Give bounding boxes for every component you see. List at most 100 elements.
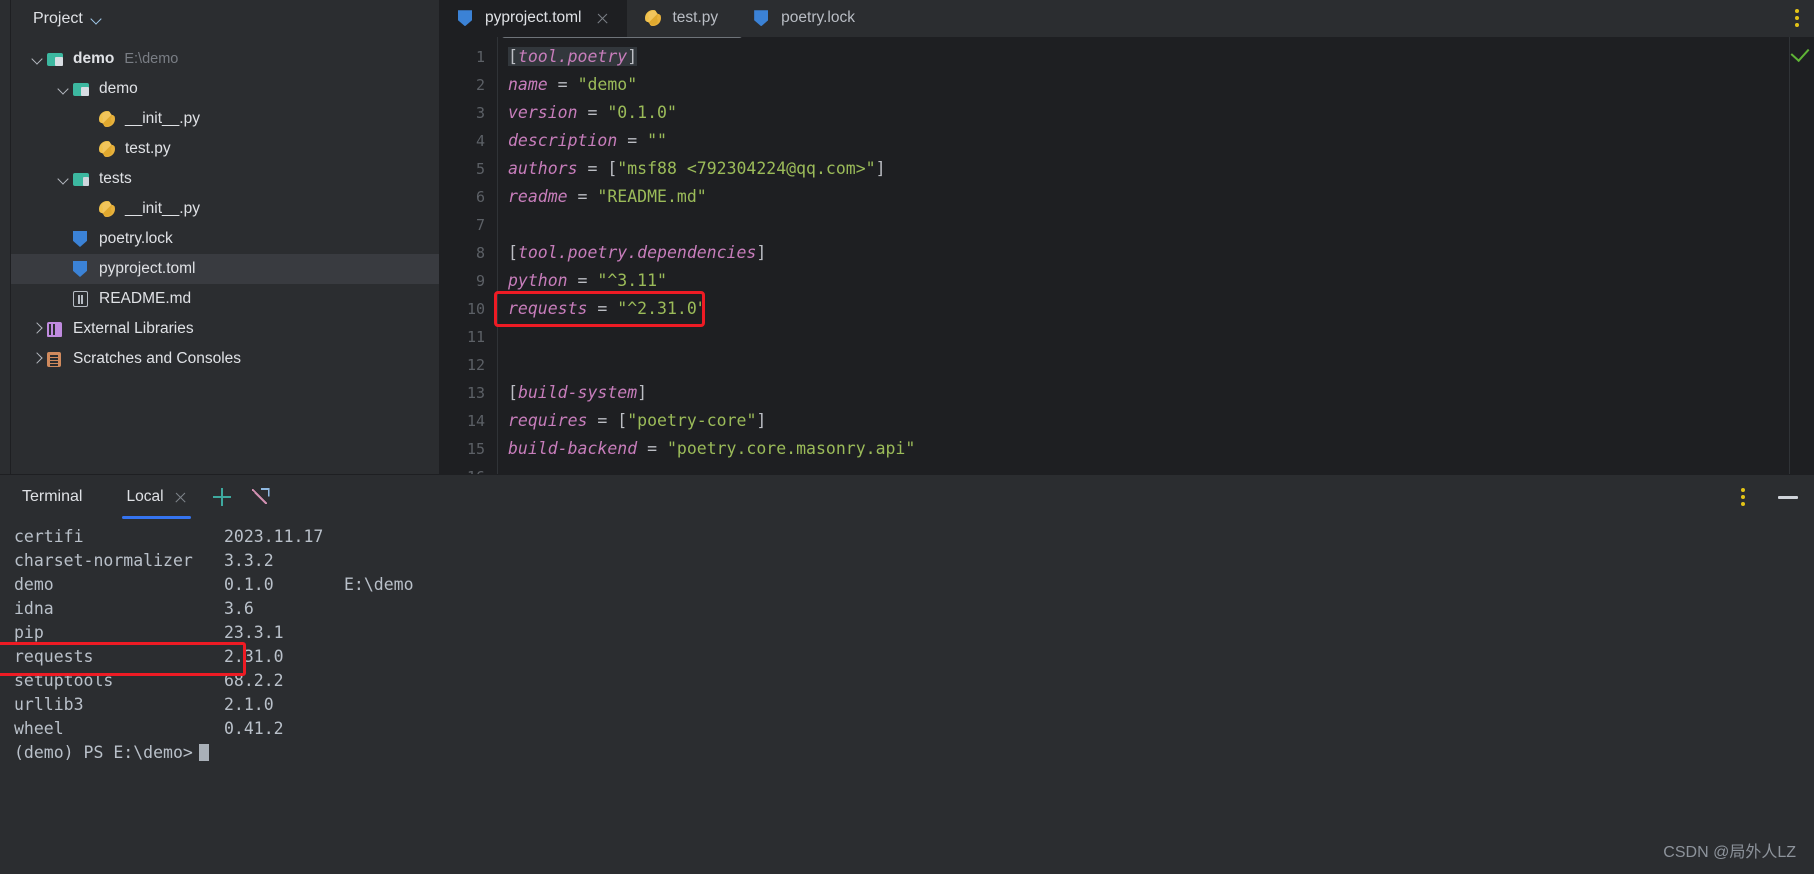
horizontal-scrollbar[interactable] [502,36,742,38]
package-name: urllib3 [14,695,84,714]
terminal-package-row: urllib3 2.1.0 [14,693,1814,717]
toml-file-icon-wrap [754,9,772,27]
terminal-prompt-line[interactable]: (demo) PS E:\demo> [14,741,1814,765]
tree-item-test-py[interactable]: test.py [11,134,439,164]
tree-item-readme-md[interactable]: README.md [11,284,439,314]
line-number: 2 [475,75,485,94]
code-token: python [508,270,568,290]
toml-file-icon [458,10,472,27]
tree-item-poetry-lock[interactable]: poetry.lock [11,224,439,254]
package-version: 2023.11.17 [224,527,324,546]
toml-file-icon-wrap [458,9,476,27]
tree-item-demo[interactable]: demo [11,74,439,104]
library-icon-wrap [47,320,65,338]
python-file-icon [99,141,115,157]
tree-item--init-py[interactable]: __init__.py [11,194,439,224]
editor-tab-label: pyproject.toml [485,9,582,27]
editor-tab-test-py[interactable]: test.py [627,0,736,37]
editor-tab-pyproject-toml[interactable]: pyproject.toml [440,0,628,37]
tree-item-demo[interactable]: demo E:\demo [11,44,439,74]
project-panel-header[interactable]: Project [11,0,439,38]
terminal-title: Terminal [22,488,83,505]
chevron-right-icon[interactable] [29,320,47,338]
code-line: [build-system] [508,379,1789,407]
code-line: build-backend = "poetry.core.masonry.api… [508,435,1789,463]
tree-item--init-py[interactable]: __init__.py [11,104,439,134]
tree-item-scratches-and-consoles[interactable]: Scratches and Consoles [11,344,439,374]
more-options-icon[interactable] [1780,0,1814,37]
tree-item-pyproject-toml[interactable]: pyproject.toml [11,254,439,284]
tree-item-label: External Libraries [73,320,194,337]
close-icon[interactable] [174,491,187,504]
code-token: ] [756,242,767,262]
scratches-icon [47,352,61,367]
code-token: = [ [587,410,628,430]
pycharm-window: Project demo E:\demo demo __init__.py test.p… [0,0,1814,874]
editor-tab-poetry-lock[interactable]: poetry.lock [736,0,873,37]
code-token: ] [637,382,648,402]
test-folder-icon-wrap [73,170,91,188]
tree-item-label: demo [99,80,138,97]
tree-item-label: README.md [99,290,192,307]
python-file-icon-wrap [99,110,117,128]
minimize-icon[interactable] [1778,495,1798,499]
terminal-output[interactable]: certifi 2023.11.17 charset-normalizer 3.3.2… [0,519,1814,874]
code-line: requires = ["poetry-core"] [508,407,1789,435]
code-token: version [508,102,578,122]
code-token: = [567,270,598,290]
more-options-icon[interactable] [1726,488,1760,506]
terminal-package-row: certifi 2023.11.17 [14,525,1814,549]
chevron-down-icon[interactable] [55,170,73,188]
python-file-icon-wrap [99,200,117,218]
chevron-down-icon[interactable] [91,13,104,26]
project-panel-title: Project [33,10,83,27]
terminal-tab-local[interactable]: Local [122,475,191,519]
code-token: = [ [577,158,618,178]
tree-item-label: __init__.py [125,110,200,127]
package-version: 2.31.0 [224,647,284,666]
module-folder-icon [47,53,63,66]
tree-item-external-libraries[interactable]: External Libraries [11,314,439,344]
code-token: "README.md" [597,186,707,206]
code-token: [ [508,382,518,402]
line-number: 4 [475,131,485,150]
tree-item-tests[interactable]: tests [11,164,439,194]
editor-tabbar: pyproject.toml test.py poetry.lock [440,0,1814,37]
code-line: [tool.poetry.dependencies] [508,239,1789,267]
terminal-cursor [198,744,209,761]
terminal-package-row: requests 2.31.0 [14,645,1814,669]
line-number: 9 [475,271,485,290]
line-number: 1 [475,47,485,66]
module-folder-icon-wrap [47,50,65,68]
code-token: = [617,130,648,150]
code-line: description = "" [508,127,1789,155]
terminal-panel: Terminal Local certifi 2023.11.17 charset-… [0,474,1814,874]
code-line: authors = ["msf88 <792304224@qq.com>"] [508,155,1789,183]
chevron-down-icon[interactable] [29,50,47,68]
code-line: name = "demo" [508,71,1789,99]
code-token: "^3.11" [597,270,667,290]
code-token: requires [508,410,588,430]
plus-icon[interactable] [209,484,235,510]
editor-right-rail[interactable] [1789,36,1814,474]
watermark: CSDN @局外人LZ [1663,844,1796,861]
code-token: "poetry-core" [627,410,757,430]
package-name: certifi [14,527,84,546]
package-version: 68.2.2 [224,671,284,690]
expand-icon[interactable] [247,484,273,510]
close-icon[interactable] [596,12,609,25]
code-token: "" [647,130,667,150]
tree-item-label: pyproject.toml [99,260,196,277]
line-number: 16 [440,463,497,474]
inspection-ok-check-icon[interactable] [1790,42,1810,62]
chevron-right-icon[interactable] [29,350,47,368]
code-token: build-system [517,382,638,402]
chevron-down-icon[interactable] [55,80,73,98]
package-name: requests [14,647,94,666]
line-number: 13 [466,383,485,402]
code-area[interactable]: [tool.poetry] name = "demo" version = "0.1… [494,36,1789,474]
